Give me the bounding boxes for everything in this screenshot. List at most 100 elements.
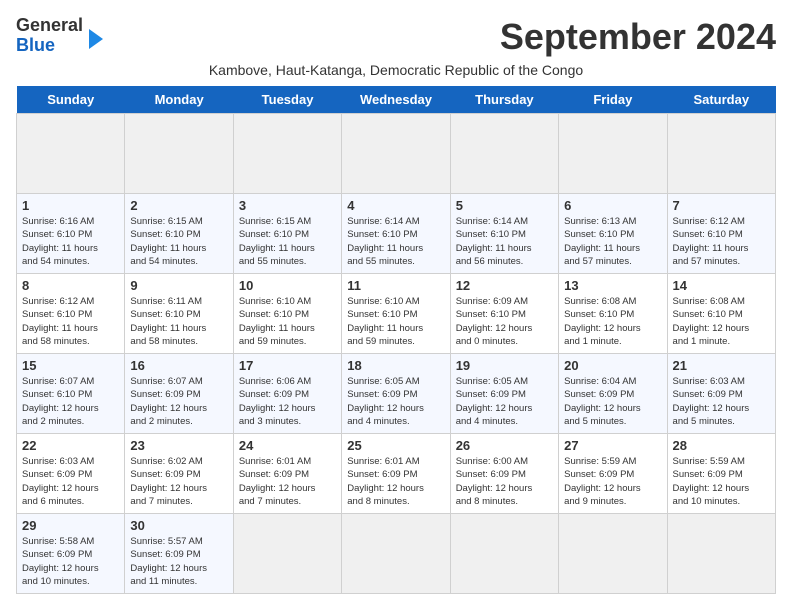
week-row-0: [17, 114, 776, 194]
day-info: Sunrise: 6:16 AM Sunset: 6:10 PM Dayligh…: [22, 215, 119, 268]
day-info: Sunrise: 6:11 AM Sunset: 6:10 PM Dayligh…: [130, 295, 227, 348]
day-header-saturday: Saturday: [667, 86, 775, 114]
calendar-cell: [450, 114, 558, 194]
day-info: Sunrise: 6:09 AM Sunset: 6:10 PM Dayligh…: [456, 295, 553, 348]
calendar-cell: 14Sunrise: 6:08 AM Sunset: 6:10 PM Dayli…: [667, 274, 775, 354]
day-info: Sunrise: 6:03 AM Sunset: 6:09 PM Dayligh…: [673, 375, 770, 428]
week-row-3: 15Sunrise: 6:07 AM Sunset: 6:10 PM Dayli…: [17, 354, 776, 434]
day-number: 11: [347, 278, 444, 293]
day-info: Sunrise: 6:05 AM Sunset: 6:09 PM Dayligh…: [456, 375, 553, 428]
day-info: Sunrise: 6:14 AM Sunset: 6:10 PM Dayligh…: [347, 215, 444, 268]
calendar-cell: 28 Sunrise: 5:59 AM Sunset: 6:09 PM Dayli…: [667, 434, 775, 514]
day-number: 9: [130, 278, 227, 293]
day-info: Sunrise: 6:04 AM Sunset: 6:09 PM Dayligh…: [564, 375, 661, 428]
calendar-cell: 12 Sunrise: 6:09 AM Sunset: 6:10 PM Dayli…: [450, 274, 558, 354]
day-header-tuesday: Tuesday: [233, 86, 341, 114]
day-number: 21: [673, 358, 770, 373]
calendar-cell: [667, 114, 775, 194]
calendar-cell: 9 Sunrise: 6:11 AM Sunset: 6:10 PM Daylig…: [125, 274, 233, 354]
calendar-cell: 4 Sunrise: 6:14 AM Sunset: 6:10 PM Daylig…: [342, 194, 450, 274]
calendar-cell: [667, 514, 775, 594]
calendar-cell: 27 Sunrise: 5:59 AM Sunset: 6:09 PM Dayli…: [559, 434, 667, 514]
day-number: 1: [22, 198, 119, 213]
day-info: Sunrise: 5:59 AM Sunset: 6:09 PM Dayligh…: [673, 455, 770, 508]
calendar-cell: 25Sunrise: 6:01 AM Sunset: 6:09 PM Dayli…: [342, 434, 450, 514]
day-number: 7: [673, 198, 770, 213]
calendar-cell: [342, 514, 450, 594]
calendar-cell: [233, 114, 341, 194]
day-info: Sunrise: 6:10 AM Sunset: 6:10 PM Dayligh…: [347, 295, 444, 348]
calendar-cell: 23 Sunrise: 6:02 AM Sunset: 6:09 PM Dayli…: [125, 434, 233, 514]
day-info: Sunrise: 6:12 AM Sunset: 6:10 PM Dayligh…: [673, 215, 770, 268]
week-row-2: 8Sunrise: 6:12 AM Sunset: 6:10 PM Daylig…: [17, 274, 776, 354]
day-number: 3: [239, 198, 336, 213]
calendar-cell: 17 Sunrise: 6:06 AM Sunset: 6:09 PM Dayli…: [233, 354, 341, 434]
calendar-cell: 8Sunrise: 6:12 AM Sunset: 6:10 PM Daylig…: [17, 274, 125, 354]
day-number: 27: [564, 438, 661, 453]
day-number: 10: [239, 278, 336, 293]
week-row-5: 29 Sunrise: 5:58 AM Sunset: 6:09 PM Dayli…: [17, 514, 776, 594]
day-header-row: SundayMondayTuesdayWednesdayThursdayFrid…: [17, 86, 776, 114]
calendar-cell: 13 Sunrise: 6:08 AM Sunset: 6:10 PM Dayli…: [559, 274, 667, 354]
day-info: Sunrise: 6:02 AM Sunset: 6:09 PM Dayligh…: [130, 455, 227, 508]
day-info: Sunrise: 5:58 AM Sunset: 6:09 PM Dayligh…: [22, 535, 119, 588]
day-number: 6: [564, 198, 661, 213]
calendar-body: 1 Sunrise: 6:16 AM Sunset: 6:10 PM Daylig…: [17, 114, 776, 594]
calendar-cell: 15Sunrise: 6:07 AM Sunset: 6:10 PM Dayli…: [17, 354, 125, 434]
calendar-cell: 19Sunrise: 6:05 AM Sunset: 6:09 PM Dayli…: [450, 354, 558, 434]
day-number: 20: [564, 358, 661, 373]
day-info: Sunrise: 6:06 AM Sunset: 6:09 PM Dayligh…: [239, 375, 336, 428]
day-number: 12: [456, 278, 553, 293]
day-header-friday: Friday: [559, 86, 667, 114]
day-number: 17: [239, 358, 336, 373]
day-info: Sunrise: 6:14 AM Sunset: 6:10 PM Dayligh…: [456, 215, 553, 268]
day-header-monday: Monday: [125, 86, 233, 114]
day-number: 15: [22, 358, 119, 373]
calendar-cell: 1 Sunrise: 6:16 AM Sunset: 6:10 PM Daylig…: [17, 194, 125, 274]
day-info: Sunrise: 6:08 AM Sunset: 6:10 PM Dayligh…: [673, 295, 770, 348]
calendar-cell: 20 Sunrise: 6:04 AM Sunset: 6:09 PM Dayli…: [559, 354, 667, 434]
day-number: 22: [22, 438, 119, 453]
day-number: 30: [130, 518, 227, 533]
day-info: Sunrise: 6:00 AM Sunset: 6:09 PM Dayligh…: [456, 455, 553, 508]
day-number: 2: [130, 198, 227, 213]
day-number: 28: [673, 438, 770, 453]
logo-arrow-icon: [89, 29, 103, 49]
page-header: General Blue September 2024: [16, 16, 776, 58]
logo: General Blue: [16, 16, 103, 56]
calendar-cell: [559, 114, 667, 194]
day-info: Sunrise: 6:05 AM Sunset: 6:09 PM Dayligh…: [347, 375, 444, 428]
month-title: September 2024: [500, 16, 776, 58]
day-info: Sunrise: 5:57 AM Sunset: 6:09 PM Dayligh…: [130, 535, 227, 588]
week-row-1: 1 Sunrise: 6:16 AM Sunset: 6:10 PM Daylig…: [17, 194, 776, 274]
day-info: Sunrise: 6:03 AM Sunset: 6:09 PM Dayligh…: [22, 455, 119, 508]
calendar-cell: [125, 114, 233, 194]
day-info: Sunrise: 6:15 AM Sunset: 6:10 PM Dayligh…: [130, 215, 227, 268]
day-number: 25: [347, 438, 444, 453]
calendar-cell: 7 Sunrise: 6:12 AM Sunset: 6:10 PM Daylig…: [667, 194, 775, 274]
calendar-cell: 18 Sunrise: 6:05 AM Sunset: 6:09 PM Dayli…: [342, 354, 450, 434]
calendar-cell: 26 Sunrise: 6:00 AM Sunset: 6:09 PM Dayli…: [450, 434, 558, 514]
day-info: Sunrise: 6:12 AM Sunset: 6:10 PM Dayligh…: [22, 295, 119, 348]
calendar-cell: 16Sunrise: 6:07 AM Sunset: 6:09 PM Dayli…: [125, 354, 233, 434]
logo-text: General Blue: [16, 16, 83, 56]
day-number: 29: [22, 518, 119, 533]
day-info: Sunrise: 6:07 AM Sunset: 6:09 PM Dayligh…: [130, 375, 227, 428]
day-number: 4: [347, 198, 444, 213]
calendar-cell: 3Sunrise: 6:15 AM Sunset: 6:10 PM Daylig…: [233, 194, 341, 274]
day-header-thursday: Thursday: [450, 86, 558, 114]
calendar-cell: 30 Sunrise: 5:57 AM Sunset: 6:09 PM Dayli…: [125, 514, 233, 594]
calendar-cell: [450, 514, 558, 594]
calendar-cell: [342, 114, 450, 194]
day-number: 23: [130, 438, 227, 453]
day-info: Sunrise: 5:59 AM Sunset: 6:09 PM Dayligh…: [564, 455, 661, 508]
day-info: Sunrise: 6:01 AM Sunset: 6:09 PM Dayligh…: [239, 455, 336, 508]
day-info: Sunrise: 6:08 AM Sunset: 6:10 PM Dayligh…: [564, 295, 661, 348]
day-number: 13: [564, 278, 661, 293]
calendar-cell: 22 Sunrise: 6:03 AM Sunset: 6:09 PM Dayli…: [17, 434, 125, 514]
calendar-cell: 10Sunrise: 6:10 AM Sunset: 6:10 PM Dayli…: [233, 274, 341, 354]
calendar-table: SundayMondayTuesdayWednesdayThursdayFrid…: [16, 86, 776, 594]
calendar-cell: [559, 514, 667, 594]
day-number: 18: [347, 358, 444, 373]
day-number: 26: [456, 438, 553, 453]
